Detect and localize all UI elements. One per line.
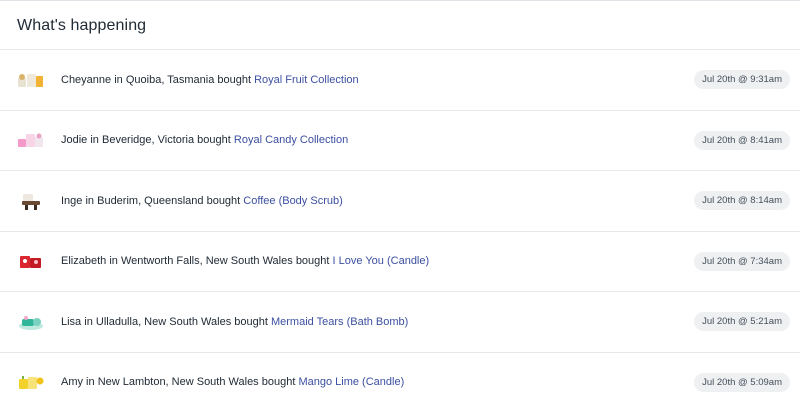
purchase-verb: bought <box>261 376 296 389</box>
activity-feed: Cheyanne in Quoiba, Tasmania bought Roya… <box>0 50 800 405</box>
customer-name: Inge <box>61 194 83 207</box>
purchase-verb: bought <box>206 194 241 207</box>
feed-row: Elizabeth in Wentworth Falls, New South … <box>0 232 800 292</box>
customer-location: Ulladulla, New South Wales <box>95 315 232 328</box>
feed-row-text: Amy in New Lambton, New South Wales boug… <box>61 376 405 389</box>
mango-candle-thumbnail <box>16 370 46 394</box>
customer-location: Buderim, Queensland <box>97 194 204 207</box>
love-candle-thumbnail <box>16 249 46 273</box>
feed-row-text: Inge in Buderim, Queensland bought Coffe… <box>61 194 343 207</box>
customer-name: Amy <box>61 376 83 389</box>
feed-row: Inge in Buderim, Queensland bought Coffe… <box>0 171 800 232</box>
feed-row-text: Cheyanne in Quoiba, Tasmania bought Roya… <box>61 73 359 86</box>
timestamp-badge: Jul 20th @ 5:21am <box>694 312 790 332</box>
feed-row: Lisa in Ulladulla, New South Wales bough… <box>0 292 800 353</box>
customer-location: Wentworth Falls, New South Wales <box>120 255 293 268</box>
customer-name: Jodie <box>61 134 88 147</box>
customer-location: New Lambton, New South Wales <box>97 376 259 389</box>
whats-happening-panel: What's happening Cheyanne in Quoiba, Tas… <box>0 0 800 405</box>
purchase-verb: bought <box>234 315 268 328</box>
feed-row-text: Elizabeth in Wentworth Falls, New South … <box>61 255 430 268</box>
panel-title: What's happening <box>17 17 147 34</box>
purchase-verb: bought <box>295 255 330 268</box>
customer-name: Elizabeth <box>61 255 107 268</box>
timestamp-badge: Jul 20th @ 8:14am <box>694 191 790 211</box>
fruit-collection-thumbnail <box>16 68 46 92</box>
timestamp-badge: Jul 20th @ 7:34am <box>694 251 790 271</box>
customer-location: Quoiba, Tasmania <box>125 73 215 86</box>
customer-name: Lisa <box>61 315 82 328</box>
feed-row-text: Lisa in Ulladulla, New South Wales bough… <box>61 315 409 328</box>
coffee-scrub-thumbnail <box>16 189 46 213</box>
panel-header: What's happening <box>0 1 800 50</box>
product-link[interactable]: I Love You (Candle) <box>333 255 430 267</box>
feed-row-text: Jodie in Beveridge, Victoria bought Roya… <box>61 134 349 147</box>
candy-collection-thumbnail <box>16 128 46 152</box>
timestamp-badge: Jul 20th @ 8:41am <box>694 130 790 150</box>
customer-name: Cheyanne <box>61 73 112 86</box>
product-link[interactable]: Mermaid Tears (Bath Bomb) <box>271 316 408 328</box>
product-link[interactable]: Mango Lime (Candle) <box>298 376 404 388</box>
feed-row: Cheyanne in Quoiba, Tasmania bought Roya… <box>0 50 800 111</box>
product-link[interactable]: Royal Fruit Collection <box>254 74 359 86</box>
feed-row: Jodie in Beveridge, Victoria bought Roya… <box>0 111 800 171</box>
product-link[interactable]: Coffee (Body Scrub) <box>243 195 342 207</box>
customer-location: Beveridge, Victoria <box>101 134 195 147</box>
purchase-verb: bought <box>197 134 231 147</box>
timestamp-badge: Jul 20th @ 5:09am <box>694 372 790 392</box>
feed-row: Amy in New Lambton, New South Wales boug… <box>0 353 800 405</box>
purchase-verb: bought <box>217 73 252 86</box>
product-link[interactable]: Royal Candy Collection <box>234 134 348 146</box>
mermaid-bath-bomb-thumbnail <box>16 310 46 334</box>
timestamp-badge: Jul 20th @ 9:31am <box>694 70 790 90</box>
